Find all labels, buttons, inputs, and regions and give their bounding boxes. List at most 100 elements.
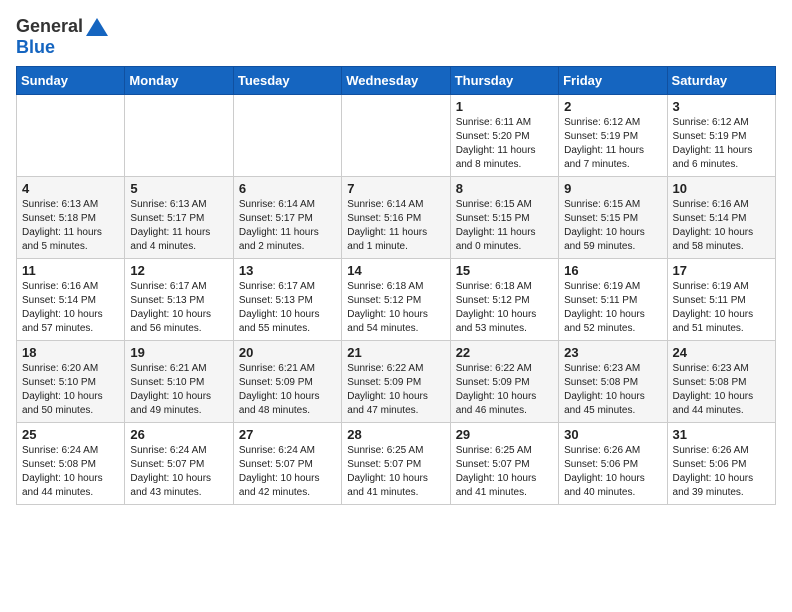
day-number: 1 [456, 99, 553, 114]
day-info: Sunrise: 6:18 AM Sunset: 5:12 PM Dayligh… [347, 280, 444, 336]
day-number: 2 [564, 99, 661, 114]
day-number: 3 [673, 99, 770, 114]
day-info: Sunrise: 6:23 AM Sunset: 5:08 PM Dayligh… [564, 362, 661, 418]
calendar-cell: 1Sunrise: 6:11 AM Sunset: 5:20 PM Daylig… [450, 94, 558, 176]
day-info: Sunrise: 6:21 AM Sunset: 5:10 PM Dayligh… [130, 362, 227, 418]
logo-blue-text: Blue [16, 38, 108, 58]
day-number: 23 [564, 345, 661, 360]
calendar-cell: 19Sunrise: 6:21 AM Sunset: 5:10 PM Dayli… [125, 340, 233, 422]
day-number: 6 [239, 181, 336, 196]
day-number: 28 [347, 427, 444, 442]
day-info: Sunrise: 6:15 AM Sunset: 5:15 PM Dayligh… [456, 198, 553, 254]
day-info: Sunrise: 6:25 AM Sunset: 5:07 PM Dayligh… [456, 444, 553, 500]
day-info: Sunrise: 6:16 AM Sunset: 5:14 PM Dayligh… [22, 280, 119, 336]
day-number: 11 [22, 263, 119, 278]
calendar-cell: 18 Sunrise: 6:20 AM Sunset: 5:10 PM Dayli… [17, 340, 125, 422]
calendar-cell: 15 Sunrise: 6:18 AM Sunset: 5:12 PM Dayli… [450, 258, 558, 340]
calendar-week-row: 18 Sunrise: 6:20 AM Sunset: 5:10 PM Dayli… [17, 340, 776, 422]
weekday-header: Thursday [450, 66, 558, 94]
day-number: 20 [239, 345, 336, 360]
calendar-cell: 2 Sunrise: 6:12 AM Sunset: 5:19 PM Daylig… [559, 94, 667, 176]
day-number: 4 [22, 181, 119, 196]
day-info: Sunrise: 6:14 AM Sunset: 5:16 PM Dayligh… [347, 198, 444, 254]
calendar-cell: 27 Sunrise: 6:24 AM Sunset: 5:07 PM Dayli… [233, 422, 341, 504]
day-number: 18 [22, 345, 119, 360]
day-info: Sunrise: 6:15 AM Sunset: 5:15 PM Dayligh… [564, 198, 661, 254]
calendar-cell: 13 Sunrise: 6:17 AM Sunset: 5:13 PM Dayli… [233, 258, 341, 340]
day-info: Sunrise: 6:24 AM Sunset: 5:07 PM Dayligh… [130, 444, 227, 500]
calendar-cell: 20 Sunrise: 6:21 AM Sunset: 5:09 PM Dayli… [233, 340, 341, 422]
day-info: Sunrise: 6:22 AM Sunset: 5:09 PM Dayligh… [347, 362, 444, 418]
calendar-cell: 9 Sunrise: 6:15 AM Sunset: 5:15 PM Daylig… [559, 176, 667, 258]
calendar-week-row: 4Sunrise: 6:13 AM Sunset: 5:18 PM Daylig… [17, 176, 776, 258]
day-info: Sunrise: 6:26 AM Sunset: 5:06 PM Dayligh… [564, 444, 661, 500]
calendar-cell [125, 94, 233, 176]
day-number: 16 [564, 263, 661, 278]
day-info: Sunrise: 6:26 AM Sunset: 5:06 PM Dayligh… [673, 444, 770, 500]
day-info: Sunrise: 6:17 AM Sunset: 5:13 PM Dayligh… [239, 280, 336, 336]
page-header: General Blue [16, 16, 776, 58]
weekday-header: Saturday [667, 66, 775, 94]
calendar-cell: 3 Sunrise: 6:12 AM Sunset: 5:19 PM Daylig… [667, 94, 775, 176]
calendar-cell: 29 Sunrise: 6:25 AM Sunset: 5:07 PM Dayli… [450, 422, 558, 504]
calendar-cell: 23 Sunrise: 6:23 AM Sunset: 5:08 PM Dayli… [559, 340, 667, 422]
day-info: Sunrise: 6:16 AM Sunset: 5:14 PM Dayligh… [673, 198, 770, 254]
logo: General Blue [16, 16, 108, 58]
calendar-cell: 14 Sunrise: 6:18 AM Sunset: 5:12 PM Dayli… [342, 258, 450, 340]
day-info: Sunrise: 6:18 AM Sunset: 5:12 PM Dayligh… [456, 280, 553, 336]
day-number: 13 [239, 263, 336, 278]
day-info: Sunrise: 6:24 AM Sunset: 5:07 PM Dayligh… [239, 444, 336, 500]
calendar-cell: 31 Sunrise: 6:26 AM Sunset: 5:06 PM Dayli… [667, 422, 775, 504]
calendar-cell: 26 Sunrise: 6:24 AM Sunset: 5:07 PM Dayli… [125, 422, 233, 504]
day-info: Sunrise: 6:20 AM Sunset: 5:10 PM Dayligh… [22, 362, 119, 418]
day-info: Sunrise: 6:14 AM Sunset: 5:17 PM Dayligh… [239, 198, 336, 254]
day-number: 10 [673, 181, 770, 196]
day-info: Sunrise: 6:22 AM Sunset: 5:09 PM Dayligh… [456, 362, 553, 418]
calendar-cell: 6 Sunrise: 6:14 AM Sunset: 5:17 PM Daylig… [233, 176, 341, 258]
day-info: Sunrise: 6:24 AM Sunset: 5:08 PM Dayligh… [22, 444, 119, 500]
day-number: 7 [347, 181, 444, 196]
calendar-week-row: 1Sunrise: 6:11 AM Sunset: 5:20 PM Daylig… [17, 94, 776, 176]
calendar-cell: 11 Sunrise: 6:16 AM Sunset: 5:14 PM Dayli… [17, 258, 125, 340]
day-number: 21 [347, 345, 444, 360]
calendar-cell: 10 Sunrise: 6:16 AM Sunset: 5:14 PM Dayli… [667, 176, 775, 258]
weekday-header: Monday [125, 66, 233, 94]
logo-general-text: General [16, 17, 83, 37]
logo-icon [86, 16, 108, 38]
calendar-table: SundayMondayTuesdayWednesdayThursdayFrid… [16, 66, 776, 505]
calendar-cell: 21 Sunrise: 6:22 AM Sunset: 5:09 PM Dayli… [342, 340, 450, 422]
calendar-cell: 12 Sunrise: 6:17 AM Sunset: 5:13 PM Dayli… [125, 258, 233, 340]
day-number: 31 [673, 427, 770, 442]
day-number: 15 [456, 263, 553, 278]
weekday-header: Tuesday [233, 66, 341, 94]
day-number: 17 [673, 263, 770, 278]
weekday-header: Wednesday [342, 66, 450, 94]
calendar-week-row: 11 Sunrise: 6:16 AM Sunset: 5:14 PM Dayli… [17, 258, 776, 340]
day-number: 29 [456, 427, 553, 442]
calendar-cell: 22Sunrise: 6:22 AM Sunset: 5:09 PM Dayli… [450, 340, 558, 422]
day-info: Sunrise: 6:17 AM Sunset: 5:13 PM Dayligh… [130, 280, 227, 336]
day-number: 27 [239, 427, 336, 442]
calendar-cell: 28Sunrise: 6:25 AM Sunset: 5:07 PM Dayli… [342, 422, 450, 504]
day-number: 25 [22, 427, 119, 442]
weekday-header: Sunday [17, 66, 125, 94]
day-info: Sunrise: 6:19 AM Sunset: 5:11 PM Dayligh… [564, 280, 661, 336]
day-info: Sunrise: 6:21 AM Sunset: 5:09 PM Dayligh… [239, 362, 336, 418]
calendar-cell: 24Sunrise: 6:23 AM Sunset: 5:08 PM Dayli… [667, 340, 775, 422]
day-info: Sunrise: 6:12 AM Sunset: 5:19 PM Dayligh… [673, 116, 770, 172]
day-number: 14 [347, 263, 444, 278]
day-number: 8 [456, 181, 553, 196]
weekday-header: Friday [559, 66, 667, 94]
day-info: Sunrise: 6:12 AM Sunset: 5:19 PM Dayligh… [564, 116, 661, 172]
day-number: 12 [130, 263, 227, 278]
calendar-cell: 30Sunrise: 6:26 AM Sunset: 5:06 PM Dayli… [559, 422, 667, 504]
calendar-cell [233, 94, 341, 176]
calendar-cell: 7 Sunrise: 6:14 AM Sunset: 5:16 PM Daylig… [342, 176, 450, 258]
calendar-cell: 17Sunrise: 6:19 AM Sunset: 5:11 PM Dayli… [667, 258, 775, 340]
day-number: 26 [130, 427, 227, 442]
calendar-cell: 4Sunrise: 6:13 AM Sunset: 5:18 PM Daylig… [17, 176, 125, 258]
calendar-cell [17, 94, 125, 176]
day-number: 24 [673, 345, 770, 360]
day-number: 9 [564, 181, 661, 196]
calendar-cell: 25 Sunrise: 6:24 AM Sunset: 5:08 PM Dayli… [17, 422, 125, 504]
